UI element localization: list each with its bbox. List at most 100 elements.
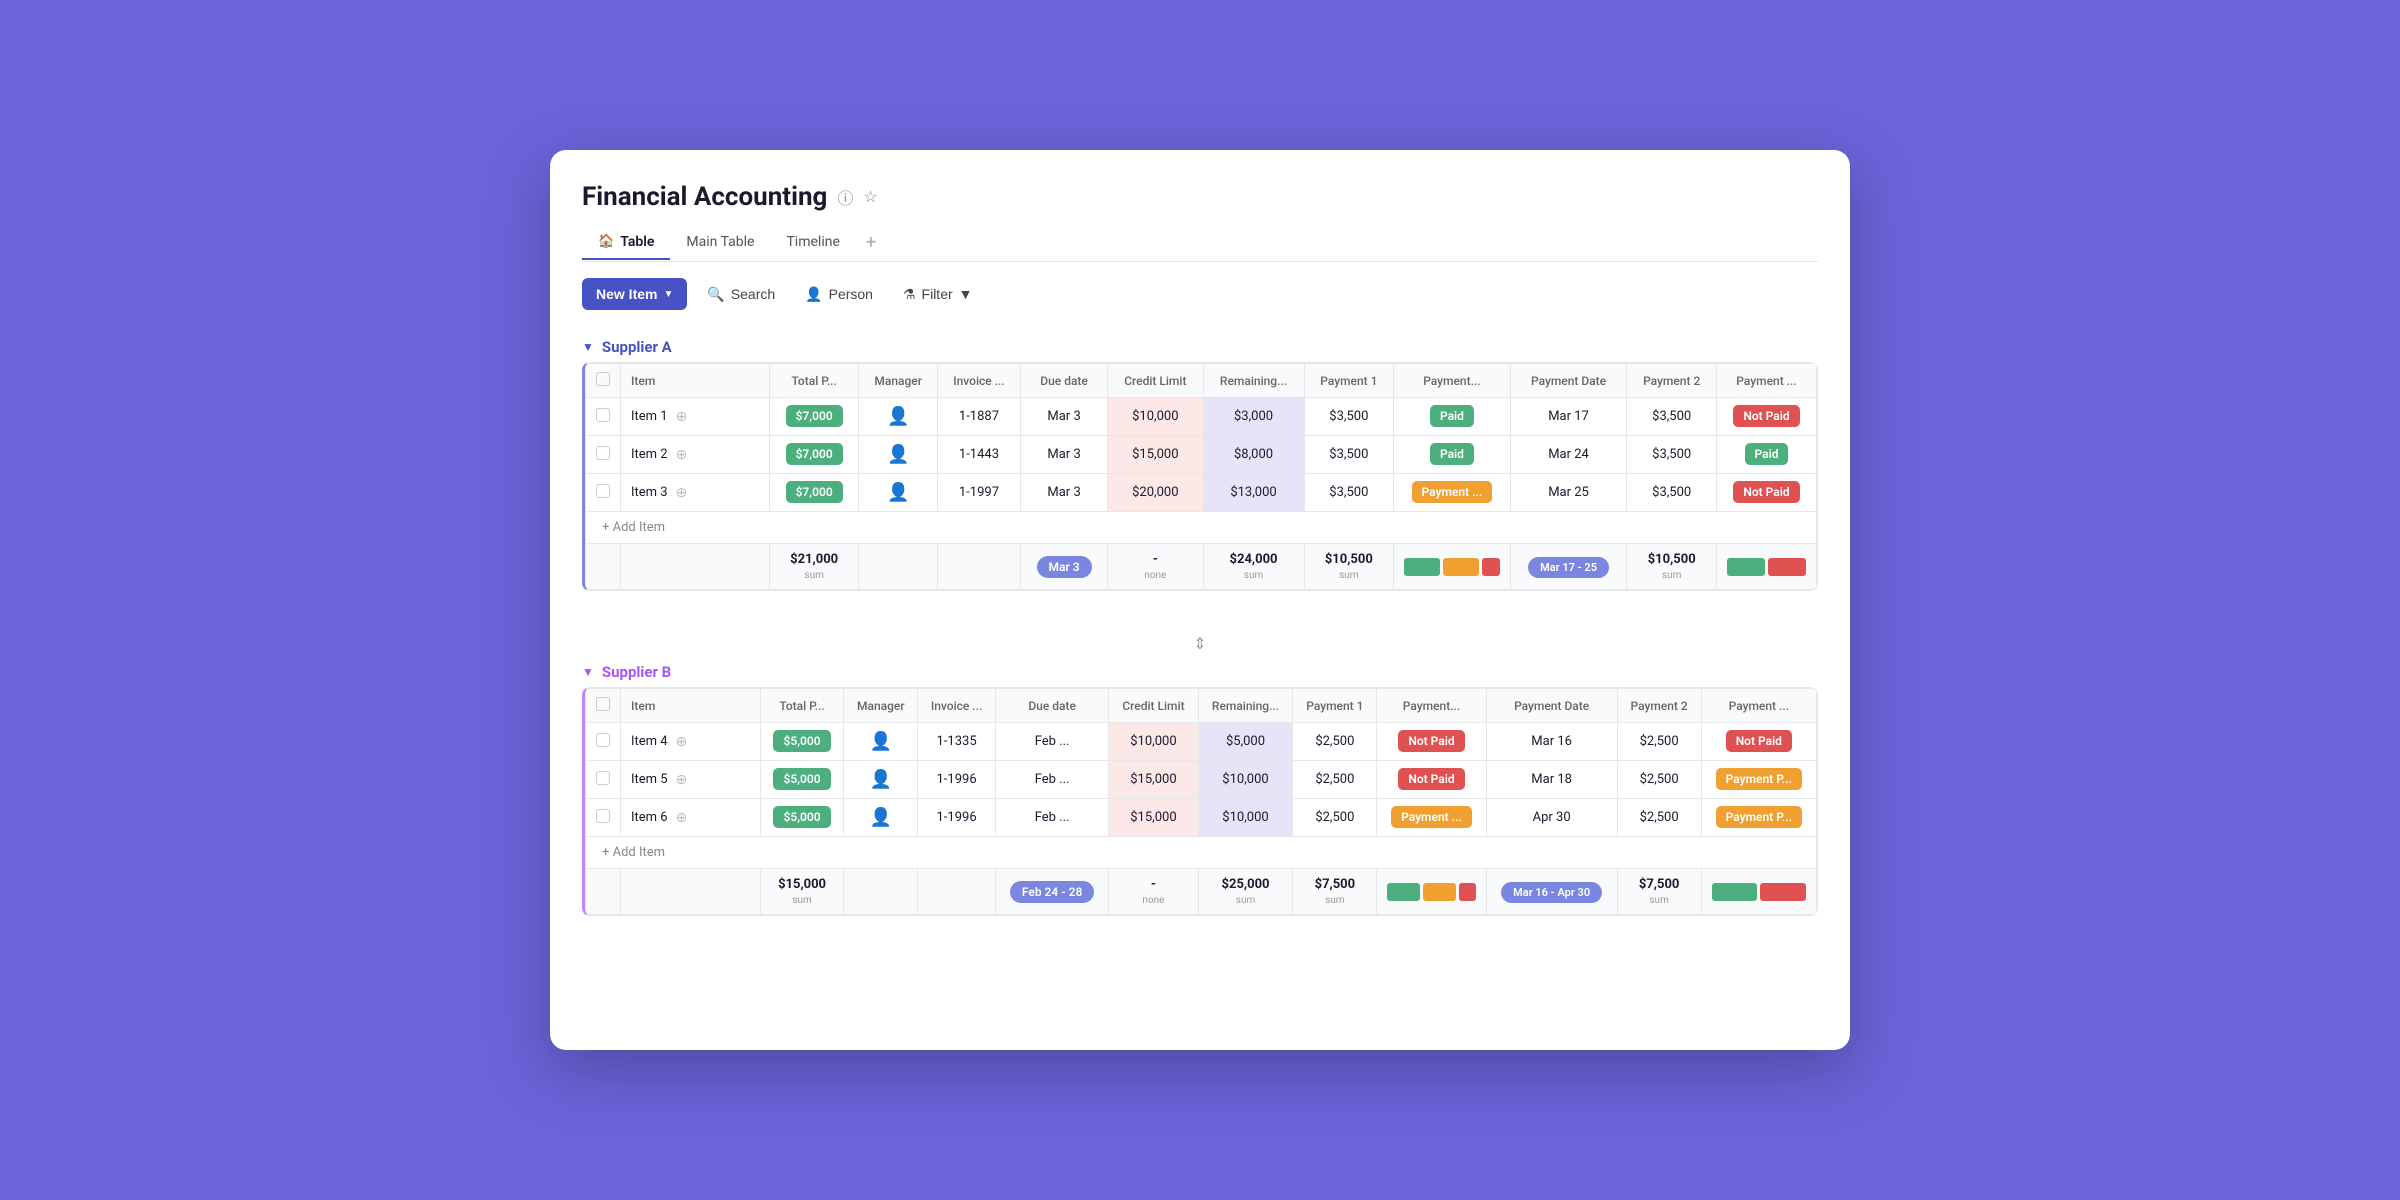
footer-empty-item [621, 544, 770, 590]
row-manager[interactable]: 👤 [844, 723, 918, 761]
footer-remaining: $25,000 sum [1198, 869, 1293, 915]
row-payment1: $3,500 [1304, 474, 1394, 512]
row-payment-date: Mar 24 [1510, 436, 1627, 474]
row-credit-limit: $15,000 [1108, 436, 1203, 474]
col-payment-date-header: Payment Date [1510, 364, 1627, 398]
footer-empty-manager [844, 869, 918, 915]
row-payment1-status[interactable]: Not Paid [1377, 723, 1486, 761]
row-total-price: $7,000 [769, 398, 858, 436]
supplier-a-header-row: Item Total P... Manager Invoice ... Due … [586, 364, 1817, 398]
row-payment2-status[interactable]: Payment P... [1701, 761, 1816, 799]
row-payment2: $2,500 [1617, 723, 1701, 761]
row-manager[interactable]: 👤 [859, 474, 938, 512]
row-checkbox [586, 398, 621, 436]
resize-handle[interactable]: ⇕ [582, 635, 1818, 651]
person-avatar-icon: 👤 [887, 444, 909, 465]
supplier-a-header[interactable]: ▼ Supplier A [582, 330, 1818, 362]
footer-payment2-status-bar [1701, 869, 1816, 915]
col-payment1-status-header: Payment... [1394, 364, 1511, 398]
supplier-a-table: Item Total P... Manager Invoice ... Due … [585, 363, 1817, 590]
row-payment-date: Apr 30 [1486, 799, 1617, 837]
row-payment2-status[interactable]: Not Paid [1716, 474, 1816, 512]
row-remaining: $3,000 [1203, 398, 1304, 436]
row-payment1-status[interactable]: Paid [1394, 398, 1511, 436]
col-manager-header-b: Manager [844, 689, 918, 723]
tab-timeline[interactable]: Timeline [770, 226, 855, 260]
row-payment2-status[interactable]: Not Paid [1716, 398, 1816, 436]
row-payment1-status[interactable]: Not Paid [1377, 761, 1486, 799]
row-due-date: Feb ... [996, 761, 1109, 799]
select-all-checkbox-b[interactable] [596, 697, 610, 711]
col-invoice-header: Invoice ... [937, 364, 1020, 398]
tab-main-table[interactable]: Main Table [670, 226, 770, 260]
add-item-row[interactable]: + Add Item [586, 512, 1817, 544]
filter-button[interactable]: ⚗ Filter ▼ [893, 279, 983, 310]
supplier-b-header[interactable]: ▼ Supplier B [582, 655, 1818, 687]
person-avatar-icon: 👤 [870, 807, 892, 828]
add-item-row[interactable]: + Add Item [586, 837, 1817, 869]
row-payment2: $2,500 [1617, 761, 1701, 799]
search-button[interactable]: 🔍 Search [697, 279, 785, 310]
row-payment2-status[interactable]: Payment P... [1701, 799, 1816, 837]
star-icon[interactable]: ☆ [863, 187, 877, 207]
footer-payment2: $10,500 sum [1627, 544, 1717, 590]
row-item-name[interactable]: Item 1 ⊕ [621, 398, 770, 436]
page-header: Financial Accounting ⓘ ☆ [582, 182, 1818, 212]
select-all-checkbox[interactable] [596, 372, 610, 386]
add-item-cell[interactable]: + Add Item [586, 512, 1817, 544]
table-row: Item 3 ⊕ $7,000 👤 1-1997 Mar 3 $20,000 $… [586, 474, 1817, 512]
checkbox-header [586, 364, 621, 398]
row-payment1-status[interactable]: Payment ... [1394, 474, 1511, 512]
row-manager[interactable]: 👤 [859, 436, 938, 474]
row-payment2-status[interactable]: Not Paid [1701, 723, 1816, 761]
row-item-name[interactable]: Item 6 ⊕ [621, 799, 761, 837]
row-payment2-status[interactable]: Paid [1716, 436, 1816, 474]
row-payment1-status[interactable]: Paid [1394, 436, 1511, 474]
status-bar-green [1404, 558, 1440, 576]
add-person-icon[interactable]: ⊕ [676, 810, 688, 826]
add-person-icon[interactable]: ⊕ [676, 772, 688, 788]
checkbox-header-b [586, 689, 621, 723]
add-person-icon[interactable]: ⊕ [676, 485, 688, 501]
info-icon[interactable]: ⓘ [837, 185, 853, 209]
row-payment1-status[interactable]: Payment ... [1377, 799, 1486, 837]
footer-credit-limit: - none [1109, 869, 1198, 915]
row-item-name[interactable]: Item 3 ⊕ [621, 474, 770, 512]
person-avatar-icon: 👤 [870, 731, 892, 752]
footer-due-date: Mar 3 [1020, 544, 1107, 590]
table-row: Item 5 ⊕ $5,000 👤 1-1996 Feb ... $15,000… [586, 761, 1817, 799]
row-due-date: Feb ... [996, 799, 1109, 837]
person-button[interactable]: 👤 Person [795, 279, 883, 310]
row-item-name[interactable]: Item 2 ⊕ [621, 436, 770, 474]
add-person-icon[interactable]: ⊕ [676, 447, 688, 463]
footer-empty-item [621, 869, 761, 915]
supplier-a-table-wrap: Item Total P... Manager Invoice ... Due … [582, 362, 1818, 591]
footer-total-price: $21,000 sum [769, 544, 858, 590]
row-manager[interactable]: 👤 [844, 799, 918, 837]
row-item-name[interactable]: Item 4 ⊕ [621, 723, 761, 761]
row-credit-limit: $10,000 [1109, 723, 1198, 761]
footer-payment1: $7,500 sum [1293, 869, 1377, 915]
toolbar: New Item ▼ 🔍 Search 👤 Person ⚗ Filter ▼ [582, 278, 1818, 310]
row-item-name[interactable]: Item 5 ⊕ [621, 761, 761, 799]
add-person-icon[interactable]: ⊕ [676, 734, 688, 750]
row-payment2: $2,500 [1617, 799, 1701, 837]
row-manager[interactable]: 👤 [844, 761, 918, 799]
supplier-b-chevron-icon: ▼ [582, 665, 594, 679]
row-manager[interactable]: 👤 [859, 398, 938, 436]
row-payment-date: Mar 18 [1486, 761, 1617, 799]
col-total-price-header: Total P... [769, 364, 858, 398]
col-payment2-status-header: Payment ... [1716, 364, 1816, 398]
footer-empty-invoice [937, 544, 1020, 590]
footer-payment1-status-bar [1394, 544, 1511, 590]
add-person-icon[interactable]: ⊕ [676, 409, 688, 425]
tab-table[interactable]: 🏠 Table [582, 226, 670, 260]
add-tab-button[interactable]: + [856, 224, 886, 261]
col-due-date-header: Due date [1020, 364, 1107, 398]
new-item-button[interactable]: New Item ▼ [582, 278, 687, 310]
row-remaining: $8,000 [1203, 436, 1304, 474]
add-item-cell[interactable]: + Add Item [586, 837, 1817, 869]
row-invoice: 1-1997 [937, 474, 1020, 512]
status-bar-green2 [1727, 558, 1765, 576]
chevron-down-icon: ▼ [663, 289, 673, 300]
